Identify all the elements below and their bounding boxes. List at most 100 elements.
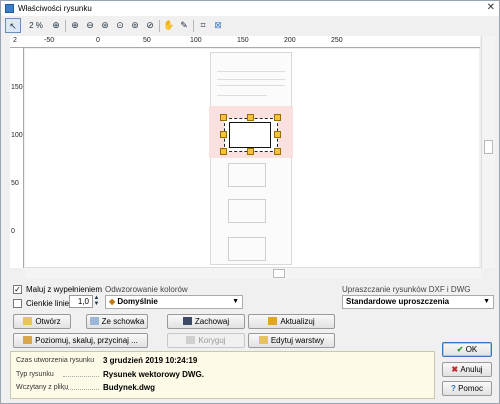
color-mapping-select[interactable]: ◆ Domyślnie ▼ [105, 295, 243, 309]
eyedropper-icon[interactable]: ✎ [177, 18, 191, 33]
close-icon[interactable]: ✕ [487, 2, 495, 13]
ruler-label: 250 [331, 37, 343, 44]
dxf-simplify-value: Standardowe uproszczenia [346, 297, 450, 306]
ruler-label: 0 [96, 37, 100, 44]
from-clipboard-button[interactable]: Ze schowka [86, 314, 148, 329]
align-scale-crop-button[interactable]: Poziomuj, skaluj, przycinaj ... [13, 333, 148, 348]
edit-layers-button-label: Edytuj warstwy [270, 336, 325, 345]
chevron-down-icon: ▼ [232, 298, 239, 305]
open-button[interactable]: Otwórz [13, 314, 71, 329]
toolbar: ↖ 2 % ⊕ ⊕ ⊖ ⊛ ⊙ ⊚ ⊘ ✋ ✎ ⌗ ⊠ [5, 18, 499, 34]
horizontal-scroll-thumb[interactable] [273, 269, 285, 278]
zoom-icon[interactable]: ⊕ [49, 18, 63, 33]
dxf-simplify-select[interactable]: Standardowe uproszczenia ▼ [342, 295, 494, 309]
dxf-simplify-label: Upraszczanie rysunków DXF i DWG [342, 285, 471, 294]
drawing-canvas[interactable] [25, 49, 479, 267]
thin-lines-width-input[interactable]: 1,0 [69, 295, 93, 308]
help-button[interactable]: ? Pomoc [442, 381, 492, 396]
edit-layers-button[interactable]: Edytuj warstwy [248, 333, 335, 348]
zoom-window-icon[interactable]: ⊚ [128, 18, 142, 33]
color-mapping-label: Odwzorowanie kolorów [105, 285, 188, 294]
resize-handle[interactable] [247, 114, 254, 121]
fill-label: Maluj z wypełnieniem [26, 285, 103, 294]
zoom-fit-icon[interactable]: ⊛ [98, 18, 112, 33]
resize-handle[interactable] [220, 148, 227, 155]
folder-icon [23, 317, 33, 325]
resize-handle[interactable] [247, 148, 254, 155]
ghost-plan [228, 237, 266, 261]
update-button[interactable]: Aktualizuj [248, 314, 335, 329]
window-title: Właściwości rysunku [18, 4, 92, 13]
stepper-icon[interactable]: ▲ ▼ [93, 295, 100, 308]
cancel-button[interactable]: ✖ Anuluj [442, 362, 492, 377]
help-button-label: Pomoc [458, 384, 483, 393]
zoom-page-icon[interactable]: ⊙ [113, 18, 127, 33]
cancel-button-label: Anuluj [460, 365, 483, 374]
resize-handle[interactable] [274, 148, 281, 155]
horizontal-scrollbar[interactable] [25, 267, 481, 279]
wand-icon [186, 336, 196, 344]
thin-lines-label: Cienkie linie [26, 299, 70, 308]
thin-lines-checkbox[interactable] [13, 299, 22, 308]
clipboard-icon [89, 317, 99, 325]
info-value: 3 grudzień 2019 10:24:19 [103, 356, 198, 365]
resize-handle[interactable] [274, 131, 281, 138]
pointer-icon[interactable]: ↖ [5, 18, 21, 33]
sheet-line [217, 85, 285, 86]
align-icon [23, 336, 33, 344]
from-clipboard-button-label: Ze schowka [101, 317, 145, 326]
info-value: Budynek.dwg [103, 383, 156, 392]
crop-clear-icon[interactable]: ⊠ [211, 18, 225, 33]
vertical-scroll-thumb[interactable] [484, 140, 493, 154]
crop-icon[interactable]: ⌗ [196, 18, 210, 33]
lightning-icon [268, 317, 278, 325]
zoom-level: 2 % [29, 21, 43, 30]
leader-dots [63, 389, 99, 390]
top-ruler: 2 -50 0 50 100 150 200 250 [10, 36, 480, 48]
zoom-sheet-icon[interactable]: ⊘ [143, 18, 157, 33]
toolbar-separator [193, 20, 194, 32]
drawing-sheet [210, 52, 292, 265]
ruler-label: 150 [237, 37, 249, 44]
dialog-window: Właściwości rysunku ✕ ↖ 2 % ⊕ ⊕ ⊖ ⊛ ⊙ ⊚ … [0, 0, 500, 404]
sheet-line [217, 79, 285, 80]
zoom-in-icon[interactable]: ⊕ [68, 18, 82, 33]
color-mapping-value: Domyślnie [117, 297, 158, 306]
info-key: Typ rysunku [16, 371, 54, 378]
align-scale-crop-button-label: Poziomuj, skaluj, przycinaj ... [35, 336, 138, 345]
ruler-label: 2 [13, 37, 17, 44]
left-ruler: 150 100 50 0 [10, 48, 24, 268]
resize-handle[interactable] [220, 131, 227, 138]
app-icon [5, 4, 14, 13]
info-value: Rysunek wektorowy DWG. [103, 370, 204, 379]
fill-checkbox[interactable]: ✓ [13, 285, 22, 294]
ruler-label: 0 [11, 228, 15, 235]
title-bar: Właściwości rysunku ✕ [1, 1, 499, 16]
save-button[interactable]: Zachowaj [167, 314, 245, 329]
toolbar-separator [65, 20, 66, 32]
chevron-down-icon: ▼ [483, 298, 490, 305]
info-key: Wczytany z pliku [16, 384, 69, 391]
ruler-label: 150 [11, 84, 23, 91]
pan-icon[interactable]: ✋ [162, 18, 176, 33]
ruler-label: 50 [143, 37, 151, 44]
ruler-label: 200 [284, 37, 296, 44]
ok-button[interactable]: ✔ OK [442, 342, 492, 357]
ruler-label: 50 [11, 180, 19, 187]
ruler-label: 100 [190, 37, 202, 44]
cross-icon: ✖ [451, 365, 461, 374]
sheet-line [217, 95, 267, 96]
vertical-scrollbar[interactable] [481, 36, 495, 268]
ghost-plan [228, 163, 266, 187]
sheet-line [217, 71, 285, 72]
info-key: Czas utworzenia rysunku [16, 357, 95, 364]
resize-handle[interactable] [220, 114, 227, 121]
drawing-info-panel: Czas utworzenia rysunku 3 grudzień 2019 … [10, 351, 435, 399]
toolbar-separator [159, 20, 160, 32]
ruler-label: -50 [44, 37, 55, 44]
zoom-out-icon[interactable]: ⊖ [83, 18, 97, 33]
resize-handle[interactable] [274, 114, 281, 121]
correct-button[interactable]: Koryguj [167, 333, 245, 348]
save-button-label: Zachowaj [194, 317, 230, 326]
ghost-plan [228, 199, 266, 223]
